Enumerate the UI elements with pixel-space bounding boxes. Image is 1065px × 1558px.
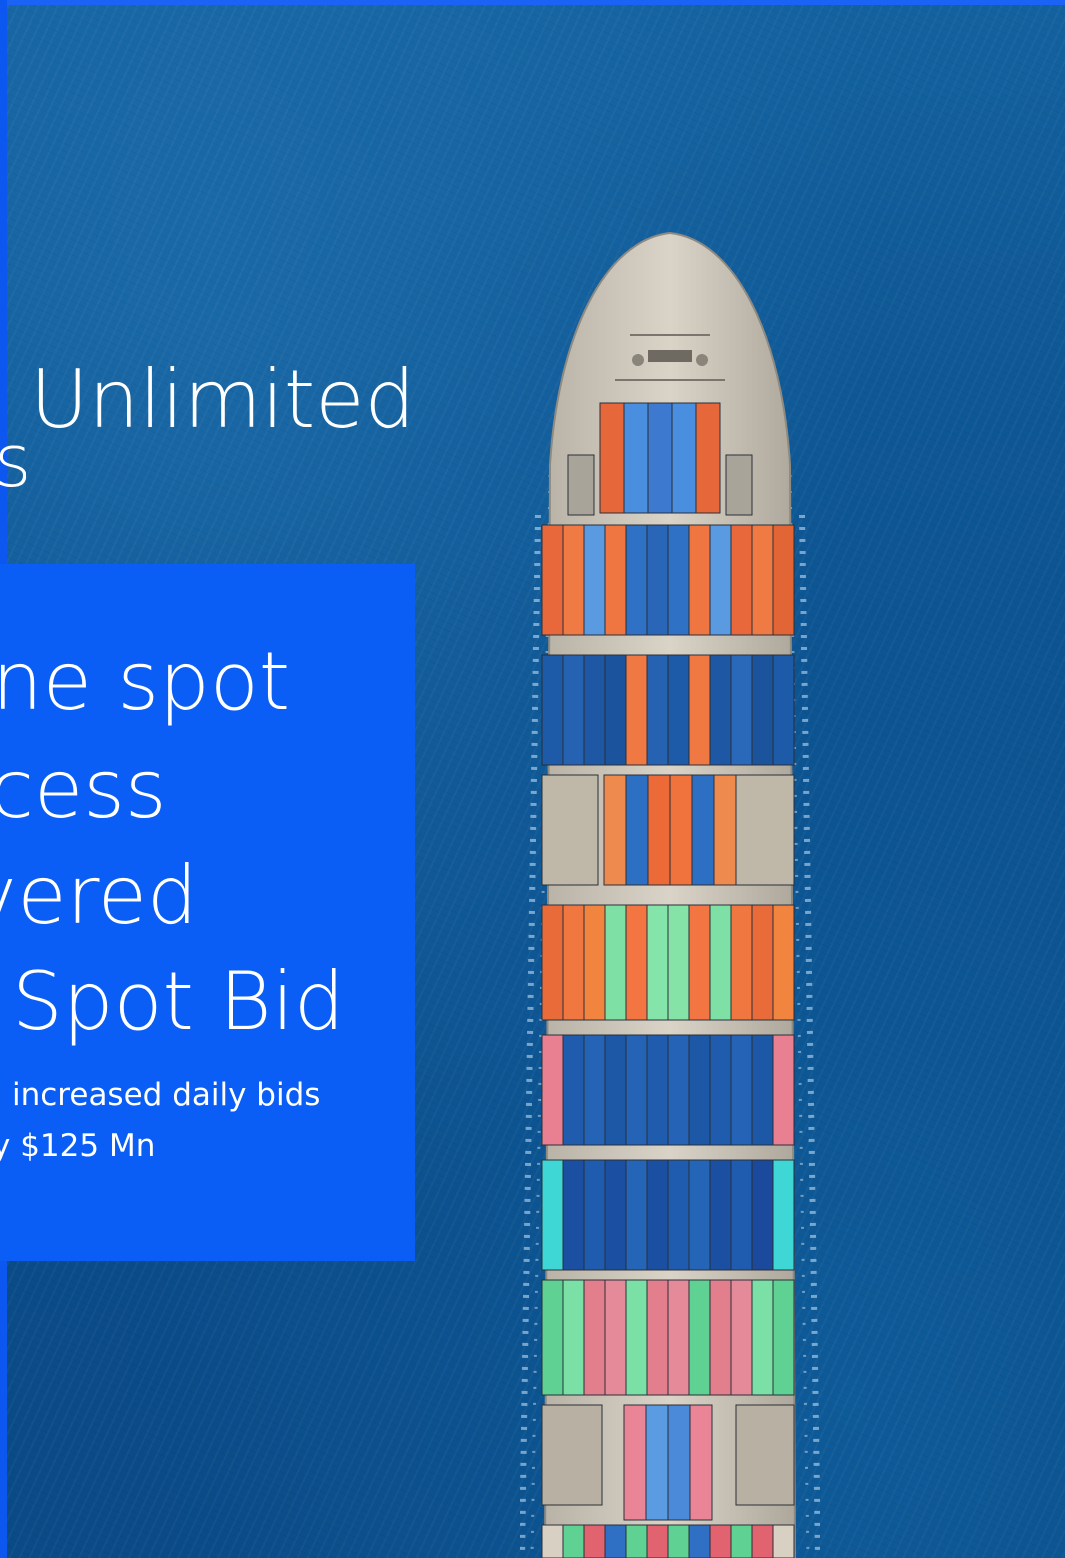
headline-cropped-letter: s <box>0 425 26 495</box>
container-ship-image <box>520 231 820 1558</box>
top-accent-bar <box>0 0 1065 5</box>
feature-panel: ne spot cess vered Spot Bid increased da… <box>0 564 415 1261</box>
panel-subtext-2: y $125 Mn <box>0 1128 156 1164</box>
panel-line-3: vered <box>0 849 198 942</box>
panel-line-1: ne spot <box>0 635 291 728</box>
panel-line-4: Spot Bid <box>12 955 345 1048</box>
headline-title: Unlimited <box>30 353 416 446</box>
panel-line-2: cess <box>0 743 167 836</box>
panel-subtext-1: increased daily bids <box>12 1077 321 1113</box>
page: s Unlimited ne spot cess vered Spot Bid … <box>0 0 1065 1558</box>
